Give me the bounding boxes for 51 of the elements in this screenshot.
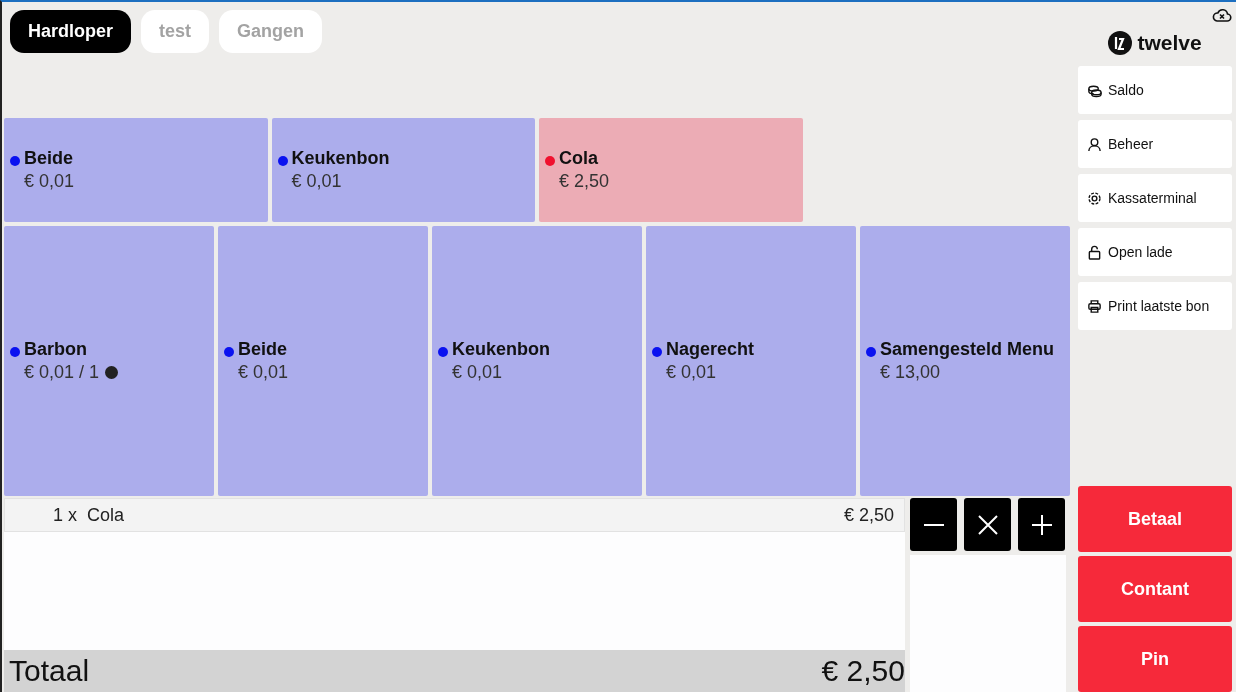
- user-icon: [1087, 136, 1102, 152]
- menu-button[interactable]: Print laatste bon: [1078, 282, 1232, 330]
- close-icon: [977, 514, 998, 535]
- product-name: Nagerecht: [666, 339, 755, 360]
- close-button[interactable]: [964, 498, 1011, 551]
- printer-icon: [1087, 298, 1102, 314]
- menu-button[interactable]: Open lade: [1078, 228, 1232, 276]
- product-name: Samengesteld Menu: [880, 339, 1055, 360]
- total-label: Totaal: [9, 654, 90, 688]
- total-amount: € 2,50: [821, 654, 905, 688]
- settings-icon: [1087, 190, 1102, 206]
- payment-button[interactable]: Betaal: [1078, 486, 1232, 552]
- product-name: Keukenbon: [291, 148, 390, 169]
- product-tile[interactable]: Samengesteld Menu € 13,00: [860, 226, 1070, 496]
- product-tile[interactable]: Beide € 0,01: [218, 226, 428, 496]
- product-tile[interactable]: Barbon € 0,01 / 1: [4, 226, 214, 496]
- line-quantity: 1 x: [53, 504, 78, 526]
- product-name: Barbon: [24, 339, 87, 360]
- product-price: € 2,50: [559, 171, 610, 192]
- product-tile[interactable]: Cola € 2,50: [539, 118, 803, 222]
- padlock-icon: [1087, 244, 1102, 260]
- product-tile[interactable]: Nagerecht € 0,01: [646, 226, 856, 496]
- minus-button[interactable]: [910, 498, 957, 551]
- product-tile[interactable]: Keukenbon € 0,01: [432, 226, 642, 496]
- menu-button[interactable]: Beheer: [1078, 120, 1232, 168]
- plus-button[interactable]: [1018, 498, 1065, 551]
- product-price: € 0,01: [291, 171, 342, 192]
- product-price: € 0,01: [666, 362, 717, 383]
- product-price: € 0,01: [24, 171, 75, 192]
- product-name: Cola: [559, 148, 598, 169]
- minus-icon: [923, 523, 944, 526]
- logo-text: twelve: [1137, 31, 1202, 55]
- menu-button[interactable]: Saldo: [1078, 66, 1232, 114]
- product-name: Keukenbon: [452, 339, 550, 360]
- product-price: € 0,01: [238, 362, 289, 383]
- line-price: € 2,50: [843, 504, 894, 526]
- product-price: € 0,01: [452, 362, 503, 383]
- logo-icon: [1108, 31, 1133, 55]
- product-price: € 0,01 / 1: [24, 362, 100, 383]
- product-price: € 13,00: [880, 362, 941, 383]
- plus-icon: [1031, 514, 1052, 535]
- product-name: Beide: [24, 148, 74, 169]
- payment-button[interactable]: Pin: [1078, 626, 1232, 692]
- product-name: Beide: [238, 339, 288, 360]
- category-tab[interactable]: Hardloper: [10, 10, 132, 53]
- line-name: Cola: [87, 504, 126, 526]
- cloud-off-icon: [1212, 8, 1232, 24]
- product-tile[interactable]: Beide € 0,01: [4, 118, 268, 222]
- payment-button[interactable]: Contant: [1078, 556, 1232, 622]
- product-tile[interactable]: Keukenbon € 0,01: [271, 118, 535, 222]
- menu-button[interactable]: Kassaterminal: [1078, 174, 1232, 222]
